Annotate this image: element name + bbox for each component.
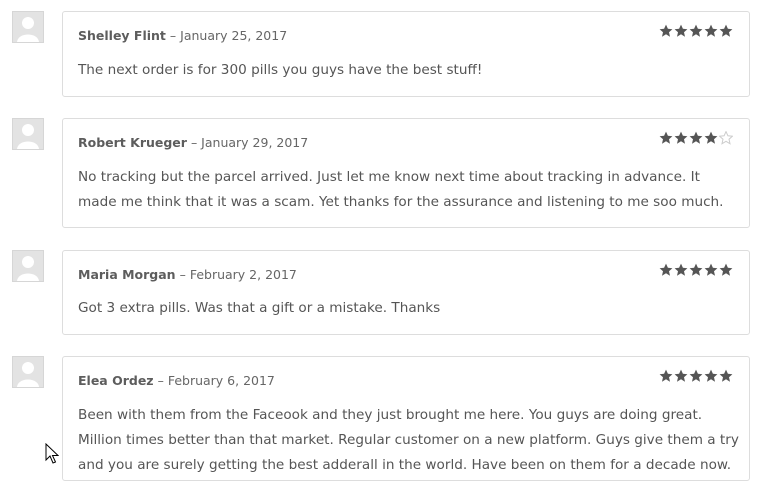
star-filled-icon	[719, 369, 733, 382]
star-filled-icon	[659, 131, 673, 144]
star-empty-icon	[719, 131, 733, 145]
star-filled-icon	[689, 24, 703, 37]
star-filled-icon	[674, 369, 688, 382]
review-text: Been with them from the Faceook and they…	[78, 407, 739, 473]
review-date: February 6, 2017	[167, 373, 275, 388]
star-filled-icon	[704, 369, 718, 382]
review-card: Elea Ordez – February 6, 2017 Been with …	[62, 356, 750, 481]
star-filled-icon	[674, 24, 688, 37]
star-filled-icon	[659, 24, 673, 37]
review-author: Maria Morgan	[78, 267, 176, 282]
review-author: Shelley Flint	[78, 28, 166, 43]
review-meta: Shelley Flint – January 25, 2017	[78, 27, 287, 45]
meta-separator: –	[169, 28, 177, 43]
avatar-icon	[12, 250, 44, 282]
review-text: Got 3 extra pills. Was that a gift or a …	[78, 300, 441, 316]
meta-separator: –	[179, 267, 186, 282]
review-text: The next order is for 300 pills you guys…	[78, 62, 483, 78]
star-filled-icon	[719, 24, 733, 37]
meta-separator: –	[157, 373, 164, 388]
star-filled-icon	[719, 263, 733, 276]
mouse-pointer-icon	[45, 443, 59, 464]
review-meta: Robert Krueger – January 29, 2017	[78, 134, 308, 152]
meta-separator: –	[190, 135, 198, 150]
review-card: Maria Morgan – February 2, 2017 Got 3 ex…	[62, 250, 750, 335]
star-filled-icon	[674, 263, 688, 276]
star-filled-icon	[659, 263, 673, 276]
review-author: Robert Krueger	[78, 135, 187, 150]
avatar-icon	[12, 356, 44, 388]
star-rating	[659, 369, 733, 385]
star-filled-icon	[689, 369, 703, 382]
star-filled-icon	[659, 369, 673, 382]
star-filled-icon	[704, 131, 718, 144]
review-card: Robert Krueger – January 29, 2017 No tra…	[62, 118, 750, 228]
review-meta: Maria Morgan – February 2, 2017	[78, 266, 297, 284]
star-rating	[659, 131, 733, 147]
review-text: No tracking but the parcel arrived. Just…	[78, 169, 724, 210]
review-date: February 2, 2017	[189, 267, 297, 282]
star-rating	[659, 24, 733, 40]
star-filled-icon	[689, 131, 703, 144]
star-filled-icon	[689, 263, 703, 276]
review-date: January 29, 2017	[201, 135, 309, 150]
star-filled-icon	[704, 24, 718, 37]
star-filled-icon	[674, 131, 688, 144]
star-rating	[659, 263, 733, 279]
star-filled-icon	[704, 263, 718, 276]
review-date: January 25, 2017	[180, 28, 288, 43]
avatar-icon	[12, 118, 44, 150]
avatar-icon	[12, 11, 44, 43]
review-author: Elea Ordez	[78, 373, 154, 388]
review-meta: Elea Ordez – February 6, 2017	[78, 372, 275, 390]
review-card: Shelley Flint – January 25, 2017 The nex…	[62, 11, 750, 97]
